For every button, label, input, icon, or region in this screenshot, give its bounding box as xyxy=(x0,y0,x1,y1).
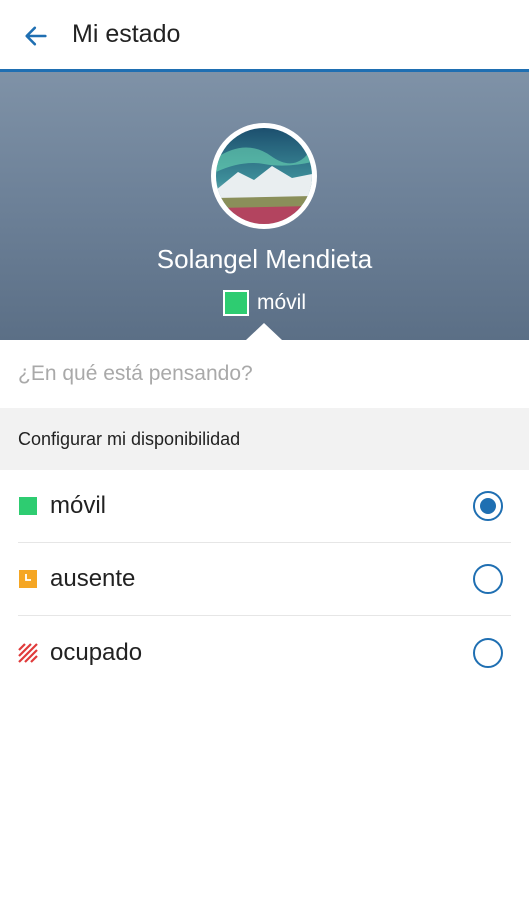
back-button[interactable] xyxy=(14,16,58,56)
user-name: Solangel Mendieta xyxy=(156,244,373,274)
clock-icon xyxy=(19,570,37,588)
page-title: Mi estado xyxy=(72,20,181,48)
current-status: móvil xyxy=(0,290,529,316)
striped-icon xyxy=(18,642,38,663)
availability-options: móvil ausente ocupado xyxy=(0,470,529,689)
option-ausente[interactable]: ausente xyxy=(18,543,511,616)
green-square-icon xyxy=(222,290,249,316)
green-square-icon xyxy=(19,497,37,515)
radio-unselected[interactable] xyxy=(473,564,503,594)
current-status-label: móvil xyxy=(256,291,306,314)
availability-section-header: Configurar mi disponibilidad xyxy=(0,408,529,470)
avatar-image xyxy=(216,128,312,224)
app-bar: Mi estado xyxy=(0,0,529,72)
option-label: ausente xyxy=(50,565,136,592)
option-ocupado[interactable]: ocupado xyxy=(18,616,511,689)
radio-unselected[interactable] xyxy=(473,637,503,668)
avatar[interactable] xyxy=(211,123,317,229)
radio-selected[interactable] xyxy=(473,491,503,521)
radio-dot xyxy=(480,498,496,514)
profile-header: Solangel Mendieta móvil xyxy=(0,72,529,340)
pointer-notch xyxy=(246,323,282,340)
option-movil[interactable]: móvil xyxy=(18,470,511,543)
option-label: móvil xyxy=(50,492,107,519)
status-message-input[interactable] xyxy=(0,340,529,408)
option-label: ocupado xyxy=(50,638,143,666)
arrow-back-icon xyxy=(25,26,47,46)
